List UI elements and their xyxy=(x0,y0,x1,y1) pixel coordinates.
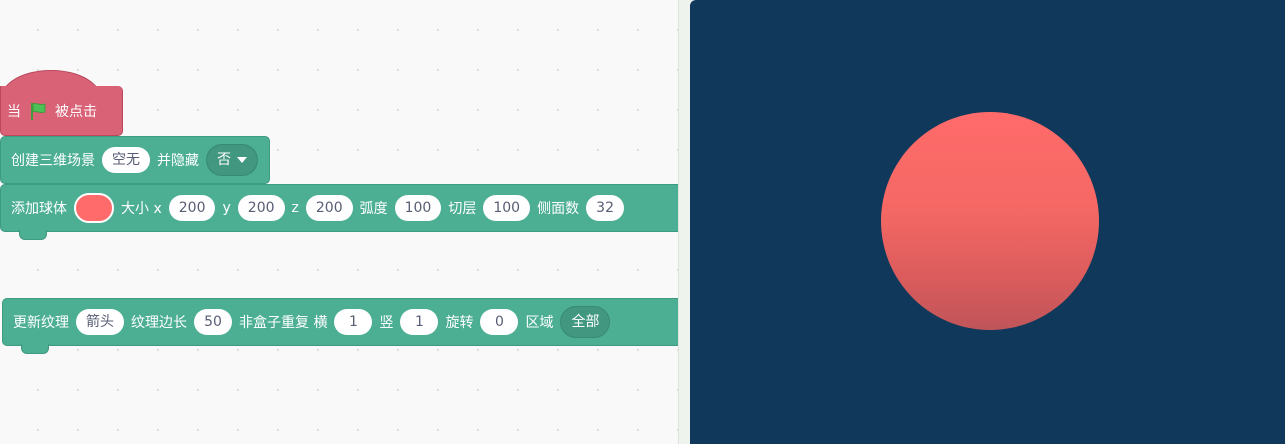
green-flag-icon xyxy=(27,100,49,122)
app-root: 当 被点击 创建三维场景 空无 并隐藏 否 添加球体 大小 x 200 y 20… xyxy=(0,0,1285,444)
update-texture-block[interactable]: 更新纹理 箭头 纹理边长 50 非盒子重复 横 1 竖 1 旋转 0 区域 全部 xyxy=(2,298,678,354)
block-notch xyxy=(21,344,49,354)
when-flag-clicked-block[interactable]: 当 被点击 xyxy=(0,70,123,136)
block-notch xyxy=(19,230,47,240)
y-label: y xyxy=(222,200,231,216)
slice-label: 切层 xyxy=(448,201,477,217)
caret-down-icon xyxy=(237,157,247,163)
color-picker[interactable] xyxy=(74,193,114,223)
sides-label: 侧面数 xyxy=(537,201,580,217)
non-box-repeat-label: 非盒子重复 横 xyxy=(239,315,328,331)
rendered-sphere xyxy=(881,112,1099,330)
hat-block-body[interactable]: 当 被点击 xyxy=(0,86,123,136)
edge-label: 纹理边长 xyxy=(131,315,187,331)
update-texture-label: 更新纹理 xyxy=(13,315,69,331)
arc-label: 弧度 xyxy=(359,201,388,217)
rotate-input[interactable]: 0 xyxy=(480,309,519,335)
sides-input[interactable]: 32 xyxy=(586,195,625,221)
vertical-label: 竖 xyxy=(379,315,394,331)
hide-label: 并隐藏 xyxy=(157,153,199,169)
add-sphere-block[interactable]: 添加球体 大小 x 200 y 200 z 200 弧度 100 切层 100 … xyxy=(0,184,678,240)
scene-value-input[interactable]: 空无 xyxy=(102,147,150,173)
vertical-input[interactable]: 1 xyxy=(400,309,439,335)
size-y-input[interactable]: 200 xyxy=(237,195,285,221)
add-sphere-label: 添加球体 xyxy=(11,201,67,217)
size-x-label: 大小 x xyxy=(121,201,162,217)
create-scene-label: 创建三维场景 xyxy=(11,153,95,169)
size-z-input[interactable]: 200 xyxy=(305,195,353,221)
area-dropdown[interactable]: 全部 xyxy=(560,306,611,338)
rotate-label: 旋转 xyxy=(445,315,474,331)
hide-dropdown-value: 否 xyxy=(217,152,231,168)
hat-label-clicked: 被点击 xyxy=(55,103,97,120)
edge-input[interactable]: 50 xyxy=(194,309,232,335)
horizontal-input[interactable]: 1 xyxy=(334,309,373,335)
hat-label-when: 当 xyxy=(7,103,21,120)
create-scene-block[interactable]: 创建三维场景 空无 并隐藏 否 xyxy=(0,136,270,184)
z-label: z xyxy=(291,200,299,216)
code-workspace[interactable]: 当 被点击 创建三维场景 空无 并隐藏 否 添加球体 大小 x 200 y 20… xyxy=(0,0,678,444)
stage-canvas[interactable] xyxy=(690,0,1285,444)
texture-input[interactable]: 箭头 xyxy=(76,309,124,335)
arc-input[interactable]: 100 xyxy=(394,195,442,221)
slice-input[interactable]: 100 xyxy=(483,195,531,221)
hide-dropdown[interactable]: 否 xyxy=(206,144,258,176)
size-x-input[interactable]: 200 xyxy=(168,195,216,221)
area-label: 区域 xyxy=(525,315,554,331)
area-dropdown-value: 全部 xyxy=(571,314,600,330)
